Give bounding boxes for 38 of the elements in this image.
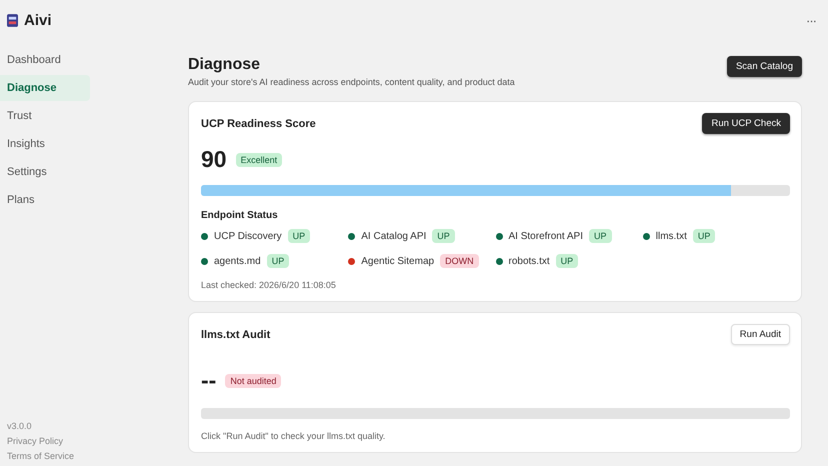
status-badge: DOWN [440, 254, 479, 268]
sidebar-item[interactable]: Diagnose [0, 75, 90, 101]
card-title: UCP Readiness Score [201, 118, 316, 130]
sidebar-item[interactable]: Insights [0, 131, 90, 157]
endpoint-name: agents.md [214, 256, 261, 266]
score-value: 90 [201, 146, 227, 173]
status-badge: UP [432, 229, 455, 243]
status-badge: UP [556, 254, 578, 268]
status-badge: UP [692, 229, 716, 243]
score-value: -- [201, 367, 216, 394]
endpoint-name: robots.txt [508, 256, 550, 266]
score-badge: Not audited [225, 374, 282, 388]
status-badge: UP [288, 229, 310, 243]
audit-note: Click "Run Audit" to check your llms.txt quality. [201, 431, 386, 441]
more-menu-button[interactable]: ··· [806, 12, 816, 28]
page-subtitle: Audit your store's AI readiness across endpoints, content quality, and product data [188, 77, 515, 87]
app-name: Aivi [24, 12, 52, 28]
run-audit-button[interactable]: Run Audit [730, 324, 790, 345]
score-badge: Excellent [236, 152, 282, 166]
last-checked-text: Last checked: 2026/6/20 11:08:05 [201, 280, 337, 290]
endpoint-name: UCP Discovery [214, 230, 282, 242]
page-title: Diagnose [188, 56, 262, 74]
section-title: Endpoint Status [201, 210, 279, 221]
sidebar-item[interactable]: Dashboard [0, 47, 90, 73]
scan-catalog-button[interactable]: Scan Catalog [726, 56, 802, 77]
status-badge: UP [588, 229, 612, 243]
status-badge: UP [266, 254, 290, 268]
sidebar-item[interactable]: Plans [0, 187, 90, 213]
version-text: v3.0.0 [7, 421, 33, 431]
card-title: llms.txt Audit [201, 328, 270, 340]
endpoint-name: AI Storefront API [508, 230, 583, 242]
endpoint-name: llms.txt [656, 230, 687, 242]
endpoint-name: AI Catalog API [361, 230, 426, 242]
sidebar-item[interactable]: Settings [0, 159, 90, 185]
endpoint-name: Agentic Sitemap [361, 256, 434, 266]
sidebar-item[interactable]: Trust [0, 103, 90, 129]
logo-icon [7, 14, 18, 26]
run-check-button[interactable]: Run UCP Check [702, 113, 790, 134]
